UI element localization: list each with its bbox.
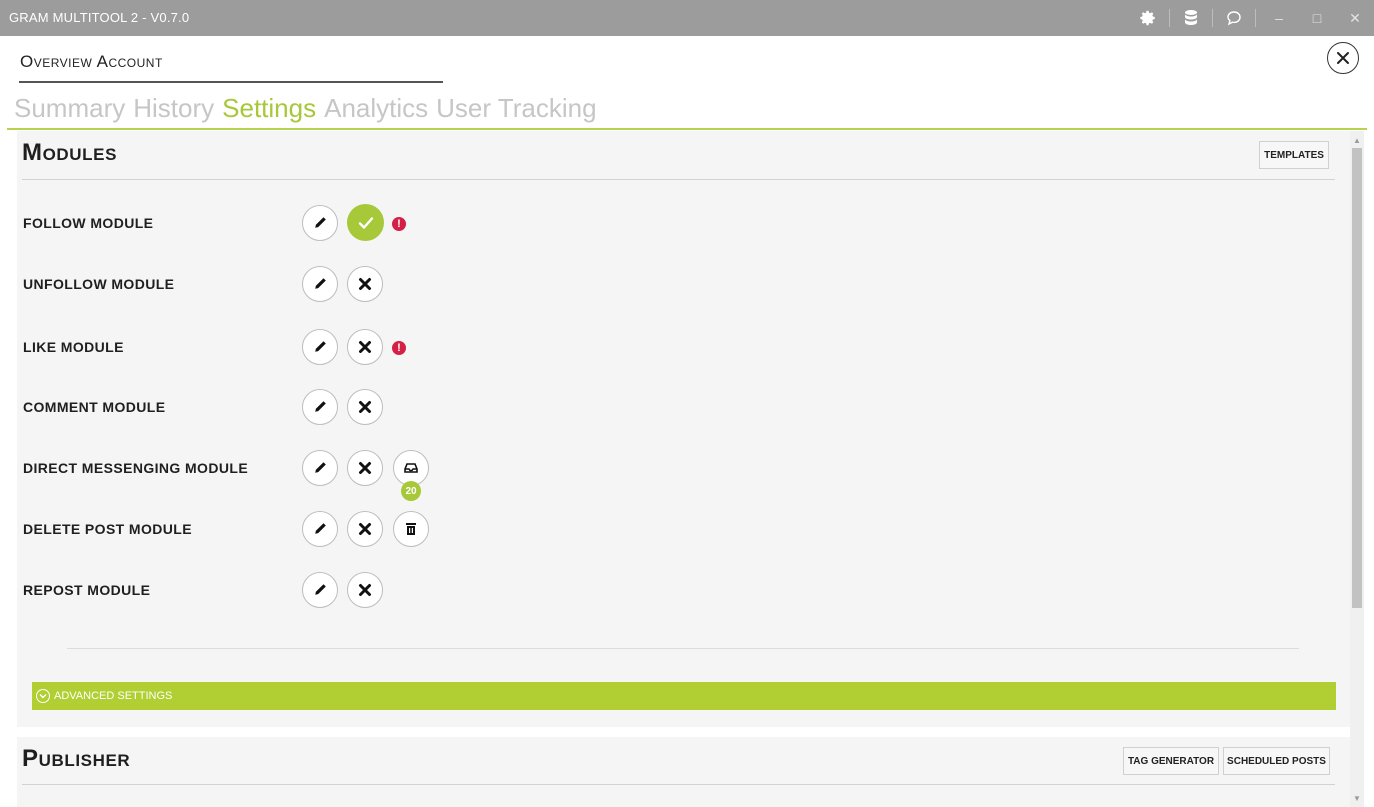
x-icon xyxy=(359,401,371,413)
publisher-title: Publisher xyxy=(22,745,131,772)
x-icon xyxy=(359,278,371,290)
module-label: DIRECT MESSENGING MODULE xyxy=(23,460,249,476)
pencil-icon xyxy=(315,523,326,534)
edit-button[interactable] xyxy=(302,329,338,365)
inbox-count-badge: 20 xyxy=(401,481,421,501)
tab-settings[interactable]: Settings xyxy=(222,93,316,124)
module-enabled-toggle[interactable] xyxy=(347,572,383,608)
x-icon xyxy=(359,584,371,596)
pencil-icon xyxy=(315,584,326,595)
pencil-icon xyxy=(315,217,326,228)
chevron-down-icon xyxy=(36,689,50,703)
modules-panel: Modules TEMPLATES FOLLOW MODULE ! UNFOLL… xyxy=(17,131,1351,727)
module-enabled-toggle[interactable] xyxy=(347,511,383,547)
pencil-icon xyxy=(315,401,326,412)
tab-summary[interactable]: Summary xyxy=(14,93,125,124)
tab-history[interactable]: History xyxy=(133,93,214,124)
module-enabled-toggle[interactable] xyxy=(347,329,383,365)
tab-bar: Summary History Settings Analytics User … xyxy=(14,93,605,124)
scheduled-posts-button[interactable]: SCHEDULED POSTS xyxy=(1223,747,1330,775)
section-rule xyxy=(22,784,1335,785)
publisher-panel: Publisher TAG GENERATOR SCHEDULED POSTS xyxy=(17,737,1351,807)
module-label: FOLLOW MODULE xyxy=(23,215,154,231)
edit-button[interactable] xyxy=(302,205,338,241)
edit-button[interactable] xyxy=(302,511,338,547)
separator xyxy=(1169,9,1170,27)
maximize-icon[interactable]: □ xyxy=(1298,0,1336,36)
x-icon xyxy=(359,341,371,353)
modules-title: Modules xyxy=(22,139,118,166)
x-icon xyxy=(359,523,371,535)
trash-icon xyxy=(406,523,416,535)
module-enabled-toggle[interactable] xyxy=(347,450,383,486)
pencil-icon xyxy=(315,278,326,289)
gear-icon[interactable] xyxy=(1131,0,1165,36)
minimize-icon[interactable]: – xyxy=(1260,0,1298,36)
section-rule xyxy=(22,179,1335,180)
check-icon xyxy=(358,216,373,229)
chat-icon[interactable] xyxy=(1217,0,1251,36)
scroll-up-icon[interactable]: ▲ xyxy=(1350,134,1364,146)
database-icon[interactable] xyxy=(1174,0,1208,36)
separator xyxy=(1255,9,1256,27)
tag-generator-button[interactable]: TAG GENERATOR xyxy=(1123,747,1219,775)
tab-analytics[interactable]: Analytics xyxy=(324,93,428,124)
tab-user-tracking[interactable]: User Tracking xyxy=(436,93,596,124)
close-icon[interactable]: ✕ xyxy=(1336,0,1374,36)
module-label: UNFOLLOW MODULE xyxy=(23,276,175,292)
title-underline xyxy=(19,81,443,83)
module-enabled-toggle[interactable] xyxy=(347,266,383,302)
divider xyxy=(67,648,1299,649)
page-title: Overview Account xyxy=(20,52,163,71)
edit-button[interactable] xyxy=(302,450,338,486)
title-bar: GRAM MULTITOOL 2 - V0.7.0 – □ ✕ xyxy=(0,0,1374,36)
warning-icon[interactable]: ! xyxy=(392,217,406,231)
advanced-settings-toggle[interactable]: ADVANCED SETTINGS xyxy=(32,682,1336,710)
separator xyxy=(1212,9,1213,27)
module-label: DELETE POST MODULE xyxy=(23,521,192,537)
advanced-settings-label: ADVANCED SETTINGS xyxy=(54,690,173,702)
x-icon xyxy=(359,462,371,474)
edit-button[interactable] xyxy=(302,266,338,302)
module-label: LIKE MODULE xyxy=(23,339,124,355)
window-title: GRAM MULTITOOL 2 - V0.7.0 xyxy=(9,10,190,25)
pencil-icon xyxy=(315,462,326,473)
edit-button[interactable] xyxy=(302,572,338,608)
pencil-icon xyxy=(315,341,326,352)
delete-posts-button[interactable] xyxy=(393,511,429,547)
inbox-icon xyxy=(404,463,418,473)
close-circle-icon[interactable] xyxy=(1327,42,1359,74)
module-enabled-toggle[interactable] xyxy=(347,204,384,241)
scrollbar-thumb[interactable] xyxy=(1352,148,1362,608)
module-label: COMMENT MODULE xyxy=(23,399,166,415)
warning-icon[interactable]: ! xyxy=(392,341,406,355)
templates-button[interactable]: TEMPLATES xyxy=(1259,141,1329,169)
scroll-down-icon[interactable]: ▼ xyxy=(1350,792,1364,804)
module-label: REPOST MODULE xyxy=(23,582,151,598)
module-enabled-toggle[interactable] xyxy=(347,389,383,425)
edit-button[interactable] xyxy=(302,389,338,425)
